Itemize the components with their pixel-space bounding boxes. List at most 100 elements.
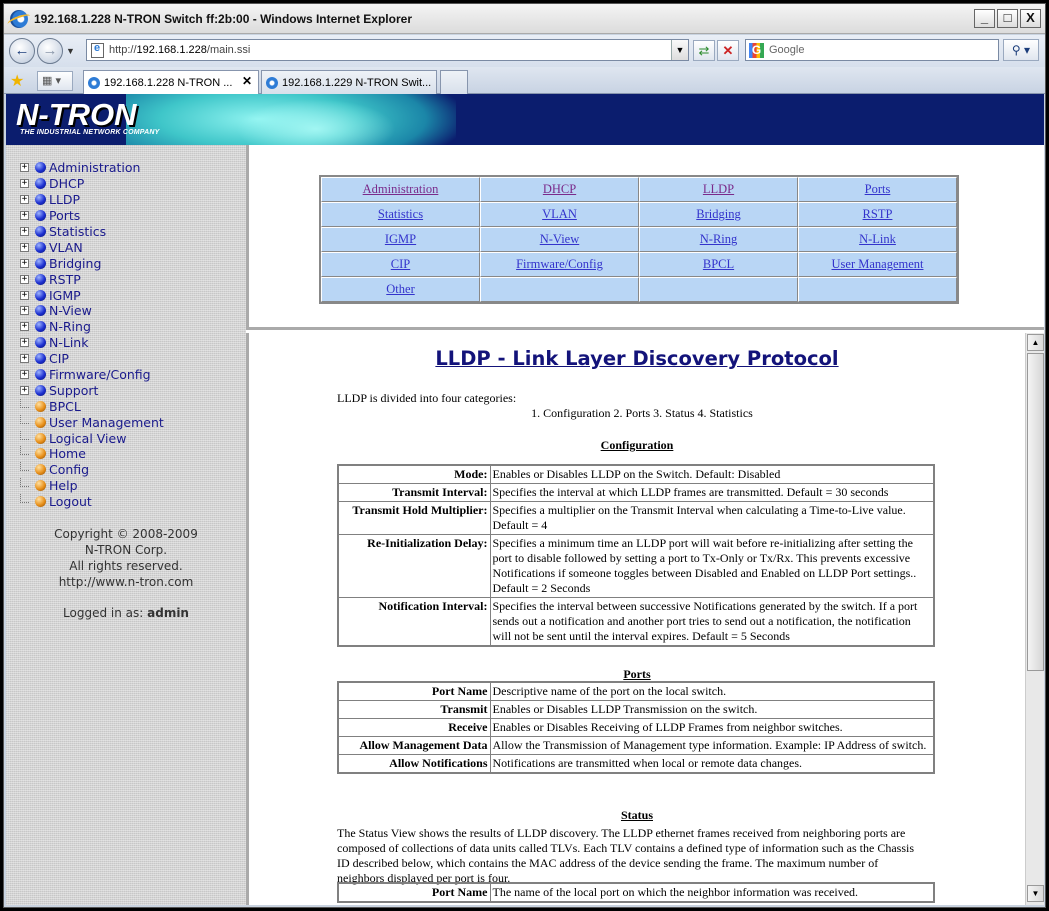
sidebar-item-label[interactable]: Statistics (49, 224, 106, 239)
nav-cell-firmware-config[interactable]: Firmware/Config (480, 252, 639, 277)
nav-link[interactable]: N-Ring (700, 232, 738, 246)
nav-cell-cip[interactable]: CIP (321, 252, 480, 277)
sidebar-item-label[interactable]: VLAN (49, 240, 83, 255)
sidebar-item-lldp[interactable]: + LLDP (20, 192, 164, 208)
sidebar-item-help[interactable]: Help (20, 478, 164, 494)
nav-link[interactable]: User Management (832, 257, 924, 271)
nav-link[interactable]: VLAN (542, 207, 577, 221)
scrollbar[interactable]: ▲ ▼ (1025, 333, 1044, 905)
expand-plus-icon[interactable]: + (20, 354, 29, 364)
address-bar[interactable]: http://192.168.1.228/main.ssi ▼ (86, 39, 689, 61)
forward-button[interactable]: → (37, 38, 63, 64)
expand-plus-icon[interactable]: + (20, 242, 29, 252)
nav-cell-dhcp[interactable]: DHCP (480, 177, 639, 202)
sidebar-item-home[interactable]: Home (20, 446, 164, 462)
sidebar-item-vlan[interactable]: + VLAN (20, 239, 164, 255)
nav-cell-user-management[interactable]: User Management (798, 252, 957, 277)
stop-icon[interactable]: ✕ (717, 40, 739, 61)
address-dropdown-icon[interactable]: ▼ (671, 40, 688, 60)
expand-plus-icon[interactable]: + (20, 179, 29, 189)
nav-link[interactable]: Statistics (378, 207, 423, 221)
nav-cell-bpcl[interactable]: BPCL (639, 252, 798, 277)
tab-close-icon[interactable]: ✕ (242, 74, 252, 88)
close-button[interactable]: X (1020, 9, 1041, 28)
search-box[interactable]: G Google (745, 39, 999, 61)
expand-plus-icon[interactable]: + (20, 370, 29, 380)
sidebar-item-firmware-config[interactable]: + Firmware/Config (20, 367, 164, 383)
quick-tabs-icon[interactable]: ▦ ▾ (37, 71, 73, 91)
sidebar-item-n-view[interactable]: + N-View (20, 303, 164, 319)
sidebar-item-label[interactable]: CIP (49, 351, 69, 366)
nav-link[interactable]: N-View (540, 232, 580, 246)
sidebar-item-n-ring[interactable]: + N-Ring (20, 319, 164, 335)
sidebar-item-dhcp[interactable]: + DHCP (20, 176, 164, 192)
sidebar-item-label[interactable]: BPCL (49, 399, 81, 414)
sidebar-item-label[interactable]: Administration (49, 160, 140, 175)
sidebar-item-label[interactable]: Firmware/Config (49, 367, 151, 382)
tab-inactive[interactable]: 192.168.1.229 N-TRON Swit... (261, 70, 437, 94)
sidebar-item-label[interactable]: DHCP (49, 176, 84, 191)
nav-link[interactable]: Other (386, 282, 414, 296)
favorites-star-icon[interactable]: ★ (10, 71, 24, 91)
back-button[interactable]: ← (9, 38, 35, 64)
nav-cell-rstp[interactable]: RSTP (798, 202, 957, 227)
nav-link[interactable]: Firmware/Config (516, 257, 603, 271)
sidebar-item-label[interactable]: User Management (49, 415, 164, 430)
sidebar-item-ports[interactable]: + Ports (20, 208, 164, 224)
sidebar-item-config[interactable]: Config (20, 462, 164, 478)
nav-link[interactable]: N-Link (859, 232, 896, 246)
nav-link[interactable]: RSTP (863, 207, 893, 221)
minimize-button[interactable]: _ (974, 9, 995, 28)
sidebar-item-cip[interactable]: + CIP (20, 351, 164, 367)
sidebar-item-label[interactable]: Ports (49, 208, 80, 223)
tab-active[interactable]: 192.168.1.228 N-TRON ... ✕ (83, 70, 259, 94)
sidebar-item-label[interactable]: N-Ring (49, 319, 91, 334)
sidebar-item-label[interactable]: N-View (49, 303, 92, 318)
nav-cell-ports[interactable]: Ports (798, 177, 957, 202)
sidebar-item-label[interactable]: Logout (49, 494, 92, 509)
nav-cell-n-link[interactable]: N-Link (798, 227, 957, 252)
address-url[interactable]: http://192.168.1.228/main.ssi (109, 44, 250, 56)
sidebar-item-bridging[interactable]: + Bridging (20, 255, 164, 271)
sidebar-item-logical-view[interactable]: Logical View (20, 430, 164, 446)
nav-link[interactable]: Bridging (696, 207, 740, 221)
sidebar-item-igmp[interactable]: + IGMP (20, 287, 164, 303)
nav-link[interactable]: IGMP (385, 232, 416, 246)
nav-link[interactable]: DHCP (543, 182, 576, 196)
nav-cell-n-ring[interactable]: N-Ring (639, 227, 798, 252)
sidebar-item-bpcl[interactable]: BPCL (20, 398, 164, 414)
sidebar-item-label[interactable]: Support (49, 383, 98, 398)
sidebar-item-label[interactable]: Help (49, 478, 78, 493)
expand-plus-icon[interactable]: + (20, 306, 29, 316)
sidebar-item-label[interactable]: Config (49, 462, 89, 477)
nav-cell-igmp[interactable]: IGMP (321, 227, 480, 252)
scroll-down-icon[interactable]: ▼ (1027, 885, 1044, 902)
sidebar-item-label[interactable]: IGMP (49, 288, 81, 303)
new-tab-button[interactable] (440, 70, 468, 94)
search-button[interactable]: ⚲ ▾ (1003, 39, 1039, 61)
nav-cell-statistics[interactable]: Statistics (321, 202, 480, 227)
sidebar-item-user-management[interactable]: User Management (20, 414, 164, 430)
refresh-icon[interactable]: ⇄ (693, 40, 715, 61)
nav-cell-lldp[interactable]: LLDP (639, 177, 798, 202)
expand-plus-icon[interactable]: + (20, 211, 29, 221)
expand-plus-icon[interactable]: + (20, 290, 29, 300)
expand-plus-icon[interactable]: + (20, 274, 29, 284)
expand-plus-icon[interactable]: + (20, 163, 29, 173)
nav-cell-bridging[interactable]: Bridging (639, 202, 798, 227)
sidebar-item-label[interactable]: N-Link (49, 335, 88, 350)
sidebar-item-administration[interactable]: + Administration (20, 160, 164, 176)
expand-plus-icon[interactable]: + (20, 195, 29, 205)
nav-link[interactable]: Ports (865, 182, 891, 196)
expand-plus-icon[interactable]: + (20, 338, 29, 348)
sidebar-item-label[interactable]: LLDP (49, 192, 80, 207)
nav-link[interactable]: LLDP (703, 182, 734, 196)
nav-cell-administration[interactable]: Administration (321, 177, 480, 202)
sidebar-item-n-link[interactable]: + N-Link (20, 335, 164, 351)
expand-plus-icon[interactable]: + (20, 322, 29, 332)
nav-link[interactable]: BPCL (703, 257, 734, 271)
sidebar-item-label[interactable]: Logical View (49, 431, 126, 446)
sidebar-item-support[interactable]: + Support (20, 382, 164, 398)
sidebar-item-statistics[interactable]: + Statistics (20, 224, 164, 240)
scroll-up-icon[interactable]: ▲ (1027, 334, 1044, 351)
